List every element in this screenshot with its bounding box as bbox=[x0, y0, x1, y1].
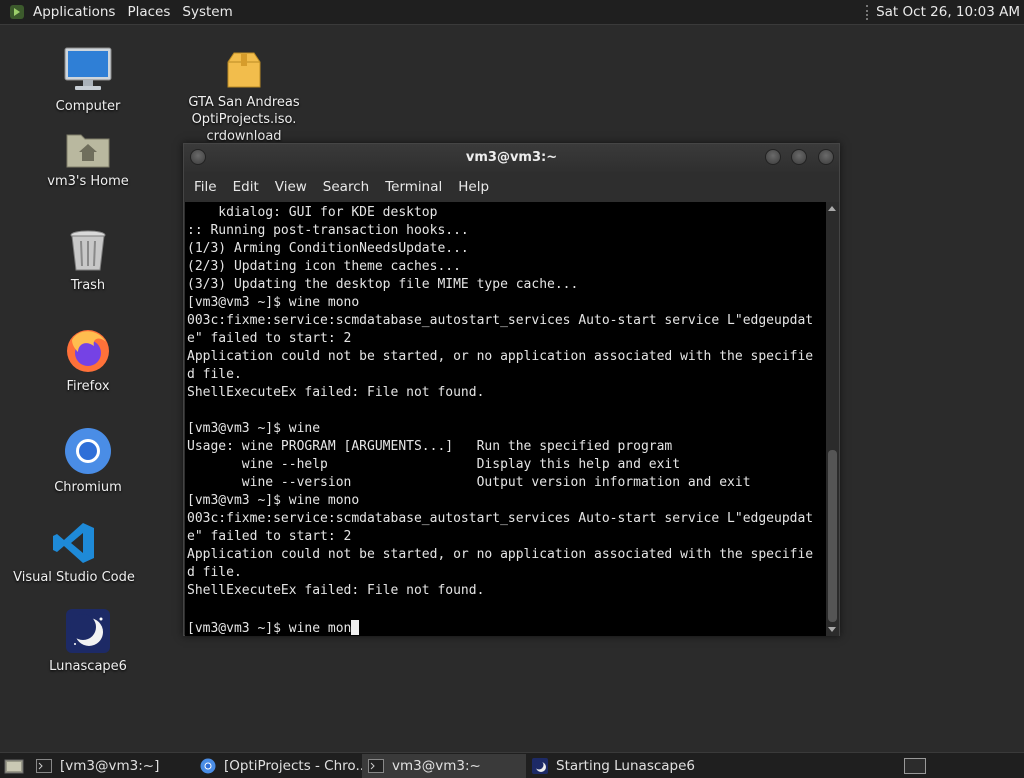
desktop-icon-computer[interactable]: Computer bbox=[42, 46, 134, 115]
window-title: vm3@vm3:~ bbox=[465, 150, 558, 165]
top-menu: Applications Places System bbox=[0, 0, 239, 25]
terminal-line: e" failed to start: 2 bbox=[187, 331, 352, 346]
desktop-icon-lunascape[interactable]: Lunascape6 bbox=[44, 608, 132, 675]
chromium-icon bbox=[200, 758, 216, 773]
desktop-icon-vscode[interactable]: Visual Studio Code bbox=[12, 521, 136, 586]
system-menu[interactable]: System bbox=[176, 4, 238, 20]
scroll-up-arrow-icon[interactable] bbox=[828, 206, 836, 211]
show-desktop-icon[interactable] bbox=[4, 758, 24, 774]
desktop-icon-label: Chromium bbox=[54, 480, 122, 495]
desktop-icon-label: Computer bbox=[55, 99, 121, 114]
home-folder-icon bbox=[66, 134, 110, 168]
close-button[interactable] bbox=[818, 149, 834, 165]
desktop-icon-label: Trash bbox=[70, 278, 106, 293]
task-label: Starting Lunascape6 bbox=[556, 757, 696, 774]
text-cursor bbox=[351, 620, 360, 635]
terminal-line: [vm3@vm3 ~]$ wine mono bbox=[187, 295, 360, 310]
bottom-taskbar: [vm3@vm3:~] [OptiProjects - Chro... vm3@… bbox=[0, 752, 1024, 778]
desktop-icon-label: vm3's Home bbox=[47, 174, 129, 189]
desktop-icon-label-line: GTA San Andreas bbox=[188, 95, 300, 110]
top-panel: Applications Places System Sat Oct 26, 1… bbox=[0, 0, 1024, 25]
applications-menu-icon[interactable] bbox=[9, 4, 25, 20]
menu-edit[interactable]: Edit bbox=[227, 179, 269, 195]
terminal-line: wine --version Output version informatio… bbox=[187, 475, 751, 490]
vscode-icon bbox=[53, 523, 94, 563]
lunascape-icon bbox=[532, 757, 548, 774]
chromium-icon bbox=[65, 428, 111, 474]
lunascape-icon bbox=[66, 609, 110, 653]
terminal-prompt-line[interactable]: [vm3@vm3 ~]$ wine mon bbox=[185, 618, 827, 636]
terminal-line: Application could not be started, or no … bbox=[187, 349, 814, 364]
terminal-window: vm3@vm3:~ File Edit View Search Terminal… bbox=[183, 143, 840, 636]
places-menu[interactable]: Places bbox=[121, 4, 176, 20]
terminal-line: [vm3@vm3 ~]$ wine mono bbox=[187, 493, 360, 508]
terminal-line: kdialog: GUI for KDE desktop bbox=[187, 205, 438, 220]
terminal-icon bbox=[368, 758, 384, 773]
menu-file[interactable]: File bbox=[188, 179, 227, 195]
desktop-icon-home[interactable]: vm3's Home bbox=[38, 129, 138, 190]
desktop-icon-trash[interactable]: Trash bbox=[48, 229, 128, 294]
terminal-icon bbox=[36, 758, 52, 773]
terminal-text: kdialog: GUI for KDE desktop:: Running p… bbox=[185, 202, 827, 618]
terminal-line: Usage: wine PROGRAM [ARGUMENTS...] Run t… bbox=[187, 439, 673, 454]
scroll-down-arrow-icon[interactable] bbox=[828, 627, 836, 632]
task-label: [vm3@vm3:~] bbox=[60, 757, 160, 774]
terminal-line: [vm3@vm3 ~]$ wine bbox=[187, 421, 321, 436]
archive-file-icon bbox=[227, 52, 261, 88]
terminal-line: d file. bbox=[187, 367, 242, 382]
desktop-icon-label-line: OptiProjects.iso. bbox=[191, 112, 297, 127]
maximize-button[interactable] bbox=[791, 149, 807, 165]
task-label: [OptiProjects - Chro... bbox=[224, 757, 362, 774]
terminal-line: 003c:fixme:service:scmdatabase_autostart… bbox=[187, 313, 814, 328]
computer-icon bbox=[64, 47, 112, 90]
firefox-icon bbox=[67, 330, 109, 372]
taskbar-task-terminal-1[interactable]: [vm3@vm3:~] bbox=[30, 754, 194, 778]
desktop-icon-label: Visual Studio Code bbox=[13, 570, 135, 585]
taskbar-task-chromium[interactable]: [OptiProjects - Chro... bbox=[194, 754, 362, 778]
prompt-text: [vm3@vm3 ~]$ wine mon bbox=[187, 621, 352, 636]
clock-area: Sat Oct 26, 10:03 AM bbox=[866, 0, 1024, 25]
desktop-icon-label: Lunascape6 bbox=[49, 659, 127, 674]
terminal-line: e" failed to start: 2 bbox=[187, 529, 352, 544]
panel-separator bbox=[866, 4, 869, 20]
terminal-line: wine --help Display this help and exit bbox=[187, 457, 681, 472]
desktop-icon-chromium[interactable]: Chromium bbox=[48, 427, 128, 496]
terminal-output[interactable]: kdialog: GUI for KDE desktop:: Running p… bbox=[185, 202, 827, 636]
desktop-icon-download-file[interactable]: GTA San Andreas OptiProjects.iso. crdown… bbox=[186, 50, 302, 142]
terminal-line: :: Running post-transaction hooks... bbox=[187, 223, 469, 238]
workspace-switcher[interactable] bbox=[904, 757, 926, 774]
taskbar-task-lunascape[interactable]: Starting Lunascape6 bbox=[526, 754, 696, 778]
terminal-line: Application could not be started, or no … bbox=[187, 547, 814, 562]
terminal-line: d file. bbox=[187, 565, 242, 580]
terminal-line: ShellExecuteEx failed: File not found. bbox=[187, 385, 485, 400]
trash-icon bbox=[70, 230, 106, 271]
window-titlebar[interactable]: vm3@vm3:~ bbox=[184, 144, 839, 172]
minimize-button[interactable] bbox=[765, 149, 781, 165]
terminal-line: (2/3) Updating icon theme caches... bbox=[187, 259, 461, 274]
taskbar-task-terminal-2[interactable]: vm3@vm3:~ bbox=[362, 753, 526, 778]
desktop-icon-firefox[interactable]: Firefox bbox=[48, 326, 128, 395]
terminal-line: (3/3) Updating the desktop file MIME typ… bbox=[187, 277, 579, 292]
terminal-line: ShellExecuteEx failed: File not found. bbox=[187, 583, 485, 598]
clock[interactable]: Sat Oct 26, 10:03 AM bbox=[876, 4, 1020, 20]
applications-menu[interactable]: Applications bbox=[27, 4, 121, 20]
terminal-line: 003c:fixme:service:scmdatabase_autostart… bbox=[187, 511, 814, 526]
terminal-scrollbar[interactable] bbox=[826, 202, 839, 636]
menu-view[interactable]: View bbox=[269, 179, 317, 195]
menu-terminal[interactable]: Terminal bbox=[379, 179, 452, 195]
desktop-icon-label-line: crdownload bbox=[206, 129, 282, 142]
menu-help[interactable]: Help bbox=[452, 179, 499, 195]
terminal-line: (1/3) Arming ConditionNeedsUpdate... bbox=[187, 241, 469, 256]
task-label: vm3@vm3:~ bbox=[392, 757, 481, 774]
scrollbar-thumb[interactable] bbox=[828, 450, 837, 622]
menu-search[interactable]: Search bbox=[317, 179, 379, 195]
desktop-icon-label: Firefox bbox=[66, 379, 110, 394]
terminal-menubar: File Edit View Search Terminal Help bbox=[184, 172, 839, 202]
